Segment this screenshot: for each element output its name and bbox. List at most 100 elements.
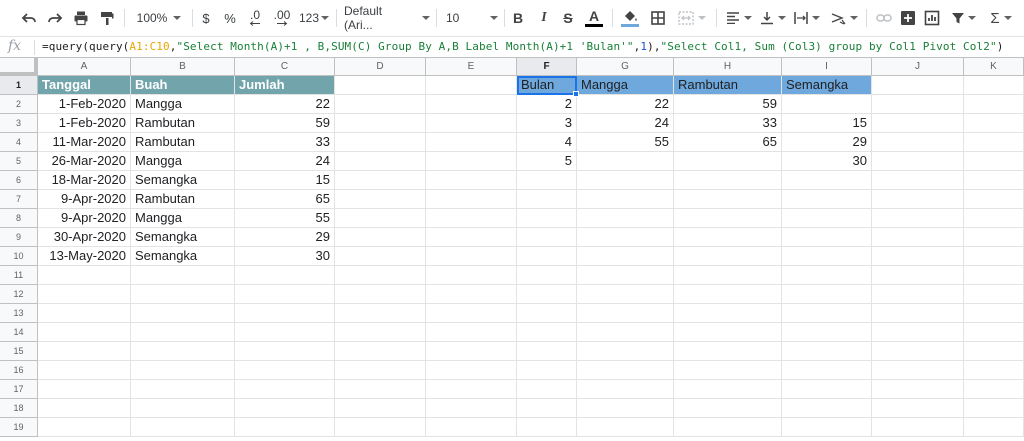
column-header-i[interactable]: I [782,58,872,76]
cell-k2[interactable] [964,95,1024,114]
cell-i12[interactable] [782,285,872,304]
cell-a13[interactable] [38,304,131,323]
cell-j2[interactable] [872,95,964,114]
cell-f16[interactable] [517,361,577,380]
cell-e15[interactable] [426,342,517,361]
cell-c17[interactable] [235,380,335,399]
row-header-4[interactable]: 4 [0,133,38,152]
merge-cells-button[interactable] [674,6,710,30]
select-all-corner[interactable] [0,58,38,76]
cell-e5[interactable] [426,152,517,171]
cell-a3[interactable]: 1-Feb-2020 [38,114,131,133]
cell-g1[interactable]: Mangga [577,76,674,95]
cell-h19[interactable] [674,418,782,437]
cell-k12[interactable] [964,285,1024,304]
cell-f2[interactable]: 2 [517,95,577,114]
cell-a14[interactable] [38,323,131,342]
cell-c11[interactable] [235,266,335,285]
fill-handle[interactable] [573,91,579,97]
cell-b12[interactable] [131,285,235,304]
cell-f15[interactable] [517,342,577,361]
cell-b18[interactable] [131,399,235,418]
cell-a8[interactable]: 9-Apr-2020 [38,209,131,228]
cell-c3[interactable]: 59 [235,114,335,133]
bold-button[interactable]: B [510,6,526,30]
insert-chart-button[interactable] [922,6,942,30]
decrease-decimals-button[interactable]: .0 [244,6,266,30]
cell-g11[interactable] [577,266,674,285]
cell-b5[interactable]: Mangga [131,152,235,171]
cell-j9[interactable] [872,228,964,247]
cell-i5[interactable]: 30 [782,152,872,171]
cell-f6[interactable] [517,171,577,190]
column-header-g[interactable]: G [577,58,674,76]
cell-f14[interactable] [517,323,577,342]
cell-c12[interactable] [235,285,335,304]
cell-g4[interactable]: 55 [577,133,674,152]
cell-b17[interactable] [131,380,235,399]
cell-b11[interactable] [131,266,235,285]
undo-button[interactable] [18,6,40,30]
cell-k9[interactable] [964,228,1024,247]
cell-g18[interactable] [577,399,674,418]
cell-b19[interactable] [131,418,235,437]
cell-c1[interactable]: Jumlah [235,76,335,95]
vertical-align-button[interactable] [758,6,788,30]
cell-e12[interactable] [426,285,517,304]
cell-j14[interactable] [872,323,964,342]
cell-d15[interactable] [335,342,426,361]
row-header-6[interactable]: 6 [0,171,38,190]
cell-h10[interactable] [674,247,782,266]
row-header-12[interactable]: 12 [0,285,38,304]
cell-b14[interactable] [131,323,235,342]
cell-f11[interactable] [517,266,577,285]
cell-d12[interactable] [335,285,426,304]
cell-i16[interactable] [782,361,872,380]
cell-i3[interactable]: 15 [782,114,872,133]
cell-j19[interactable] [872,418,964,437]
cell-i6[interactable] [782,171,872,190]
cell-k6[interactable] [964,171,1024,190]
italic-button[interactable]: I [536,6,552,30]
cell-f3[interactable]: 3 [517,114,577,133]
row-header-10[interactable]: 10 [0,247,38,266]
cell-d11[interactable] [335,266,426,285]
borders-button[interactable] [648,6,668,30]
cell-f1[interactable]: Bulan [517,76,577,95]
column-header-c[interactable]: C [235,58,335,76]
cell-h13[interactable] [674,304,782,323]
cell-h1[interactable]: Rambutan [674,76,782,95]
cell-i15[interactable] [782,342,872,361]
cell-f9[interactable] [517,228,577,247]
row-header-3[interactable]: 3 [0,114,38,133]
cell-g17[interactable] [577,380,674,399]
cell-i2[interactable] [782,95,872,114]
cell-j17[interactable] [872,380,964,399]
row-header-13[interactable]: 13 [0,304,38,323]
cell-j10[interactable] [872,247,964,266]
cell-k13[interactable] [964,304,1024,323]
cell-e17[interactable] [426,380,517,399]
cell-a4[interactable]: 11-Mar-2020 [38,133,131,152]
cell-k11[interactable] [964,266,1024,285]
text-rotation-button[interactable] [828,6,860,30]
cell-b8[interactable]: Mangga [131,209,235,228]
cell-c15[interactable] [235,342,335,361]
cell-c2[interactable]: 22 [235,95,335,114]
cell-h12[interactable] [674,285,782,304]
cell-b9[interactable]: Semangka [131,228,235,247]
cell-c19[interactable] [235,418,335,437]
cell-d13[interactable] [335,304,426,323]
column-header-j[interactable]: J [872,58,964,76]
cell-k15[interactable] [964,342,1024,361]
strikethrough-button[interactable]: S [560,6,576,30]
cell-k19[interactable] [964,418,1024,437]
column-header-f[interactable]: F [517,58,577,76]
text-wrapping-button[interactable] [792,6,822,30]
cell-b4[interactable]: Rambutan [131,133,235,152]
cell-j4[interactable] [872,133,964,152]
row-header-9[interactable]: 9 [0,228,38,247]
horizontal-align-button[interactable] [724,6,754,30]
cell-g6[interactable] [577,171,674,190]
insert-link-button[interactable] [874,6,894,30]
